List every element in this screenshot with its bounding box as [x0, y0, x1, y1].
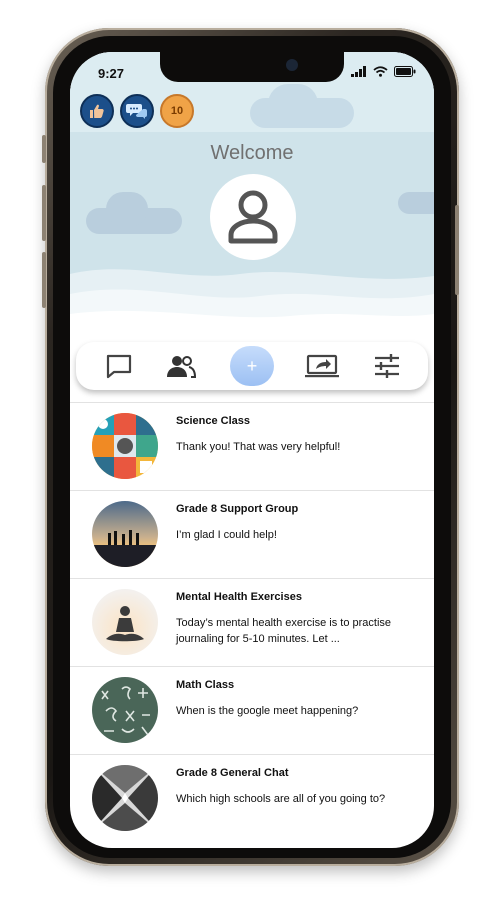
chat-name: Grade 8 General Chat: [176, 767, 289, 779]
bottom-tab-bar: +: [76, 342, 428, 390]
chat-name: Grade 8 Support Group: [176, 503, 299, 515]
chat-bubbles-icon: [126, 104, 147, 119]
thumbs-up-badge[interactable]: [80, 94, 114, 128]
list-item[interactable]: Mental Health Exercises Today’s mental h…: [70, 578, 434, 666]
status-icons: [351, 66, 416, 77]
app-screen: 9:27 10 Welcome + Science Class Thank yo…: [70, 52, 434, 848]
thumbs-up-icon: [90, 104, 104, 118]
chat-message: Today’s mental health exercise is to pra…: [176, 617, 392, 645]
mute-switch: [42, 135, 46, 163]
volume-up-button: [42, 185, 46, 241]
cloud-shape: [268, 84, 318, 124]
signal-icon: [351, 66, 366, 77]
mental-health-thumbnail: [92, 589, 158, 655]
welcome-heading: Welcome: [210, 142, 294, 164]
tab-settings[interactable]: [370, 350, 404, 382]
chat-name: Math Class: [176, 679, 235, 691]
chat-badge[interactable]: [120, 94, 154, 128]
chat-message: When is the google meet happening?: [176, 705, 359, 717]
cloud-shape: [106, 192, 148, 226]
sliders-icon: [375, 354, 399, 378]
avatar[interactable]: [210, 174, 296, 260]
support-group-thumbnail: [92, 501, 158, 567]
math-class-thumbnail: [92, 677, 158, 743]
status-time: 9:27: [98, 66, 125, 81]
science-class-thumbnail: [92, 413, 158, 479]
volume-down-button: [42, 252, 46, 308]
ten-coin-icon: 10: [170, 105, 184, 117]
add-button[interactable]: +: [230, 346, 274, 386]
chat-name: Mental Health Exercises: [176, 591, 302, 603]
chat-bubble-icon: [106, 354, 132, 379]
battery-icon: [394, 66, 416, 77]
wave-shape: [70, 269, 434, 352]
coin-badge[interactable]: 10: [160, 94, 194, 128]
list-item[interactable]: Science Class Thank you! That was very h…: [70, 402, 434, 490]
add-icon: +: [246, 355, 258, 376]
list-item[interactable]: Grade 8 General Chat Which high schools …: [70, 754, 434, 842]
share-screen-icon: [305, 354, 339, 378]
tab-groups[interactable]: [164, 350, 198, 382]
chat-message: Which high schools are all of you going …: [176, 793, 386, 805]
chat-message: Thank you! That was very helpful!: [176, 441, 341, 453]
tab-messages[interactable]: [102, 350, 136, 382]
list-item[interactable]: Grade 8 Support Group I’m glad I could h…: [70, 490, 434, 578]
people-icon: [167, 356, 197, 378]
tab-share-screen[interactable]: [302, 350, 342, 382]
front-camera-icon: [286, 59, 298, 71]
chat-name: Science Class: [176, 415, 250, 427]
wifi-icon: [373, 66, 388, 77]
camera-notch: [160, 52, 344, 82]
chat-message: I’m glad I could help!: [176, 529, 277, 541]
list-item[interactable]: Math Class When is the google meet happe…: [70, 666, 434, 754]
cloud-shape: [398, 192, 434, 214]
general-chat-thumbnail: [92, 765, 158, 831]
power-button: [455, 205, 459, 295]
user-profile-icon: [228, 190, 278, 244]
